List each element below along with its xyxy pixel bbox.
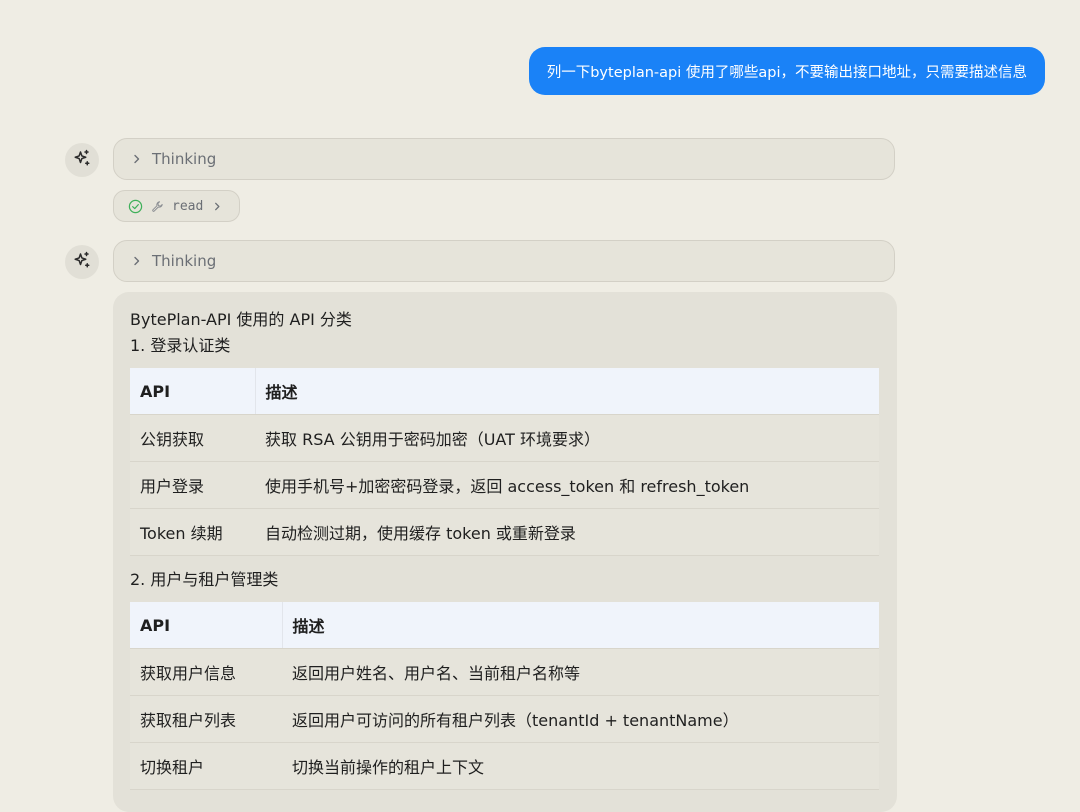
api-name-cell: Token 续期 (130, 508, 255, 556)
api-description-cell: 返回用户姓名、用户名、当前租户名称等 (282, 648, 879, 696)
table-row: 用户登录 使用手机号+加密密码登录，返回 access_token 和 refr… (130, 461, 879, 509)
chevron-right-icon (130, 254, 144, 268)
column-header: 描述 (282, 602, 879, 649)
api-description-cell: 获取 RSA 公钥用于密码加密（UAT 环境要求） (255, 414, 879, 462)
table-row: 获取租户列表 返回用户可访问的所有租户列表（tenantId + tenantN… (130, 695, 879, 743)
chevron-right-icon (130, 152, 144, 166)
api-name-cell: 获取用户信息 (130, 648, 282, 696)
thinking-label: Thinking (152, 150, 217, 168)
api-description-cell: 使用手机号+加密密码登录，返回 access_token 和 refresh_t… (255, 461, 879, 509)
table-row: 切换租户 切换当前操作的租户上下文 (130, 742, 879, 790)
thinking-toggle[interactable]: Thinking (113, 138, 895, 180)
table-row: 获取用户信息 返回用户姓名、用户名、当前租户名称等 (130, 648, 879, 696)
api-description-cell: 自动检测过期，使用缓存 token 或重新登录 (255, 508, 879, 556)
api-name-cell: 用户登录 (130, 461, 255, 509)
sparkle-icon (73, 149, 91, 171)
sparkle-icon (73, 251, 91, 273)
table-row: Token 续期 自动检测过期，使用缓存 token 或重新登录 (130, 508, 879, 556)
assistant-avatar (65, 143, 99, 177)
chevron-right-icon (211, 200, 223, 212)
thinking-toggle[interactable]: Thinking (113, 240, 895, 282)
answer-title: BytePlan-API 使用的 API 分类 (130, 310, 352, 329)
column-header: API (130, 368, 256, 415)
user-message-text: 列一下byteplan-api 使用了哪些api，不要输出接口地址，只需要描述信… (546, 64, 1027, 81)
api-description-cell: 切换当前操作的租户上下文 (282, 742, 879, 790)
api-table-auth: API 描述 公钥获取 获取 RSA 公钥用于密码加密（UAT 环境要求） 用户… (130, 368, 879, 556)
table-header-row: API 描述 (130, 368, 879, 415)
api-name-cell: 公钥获取 (130, 414, 255, 462)
api-name-cell: 获取租户列表 (130, 695, 282, 743)
thinking-label: Thinking (152, 252, 217, 270)
column-header: 描述 (255, 368, 879, 415)
tool-call-chip[interactable]: read (113, 190, 240, 222)
check-circle-icon (127, 198, 143, 214)
api-table-user-tenant: API 描述 获取用户信息 返回用户姓名、用户名、当前租户名称等 获取租户列表 … (130, 602, 879, 790)
section-heading: 2. 用户与租户管理类 (130, 570, 279, 589)
table-row: 公钥获取 获取 RSA 公钥用于密码加密（UAT 环境要求） (130, 414, 879, 462)
api-description-cell: 返回用户可访问的所有租户列表（tenantId + tenantName） (282, 695, 879, 743)
assistant-answer: BytePlan-API 使用的 API 分类 1. 登录认证类 API 描述 … (113, 292, 897, 812)
api-name-cell: 切换租户 (130, 742, 282, 790)
wrench-icon (150, 199, 164, 213)
column-header: API (130, 602, 283, 649)
user-message-bubble: 列一下byteplan-api 使用了哪些api，不要输出接口地址，只需要描述信… (528, 47, 1045, 95)
tool-name: read (172, 198, 204, 214)
section-heading: 1. 登录认证类 (130, 336, 231, 355)
assistant-avatar (65, 245, 99, 279)
table-header-row: API 描述 (130, 602, 879, 649)
